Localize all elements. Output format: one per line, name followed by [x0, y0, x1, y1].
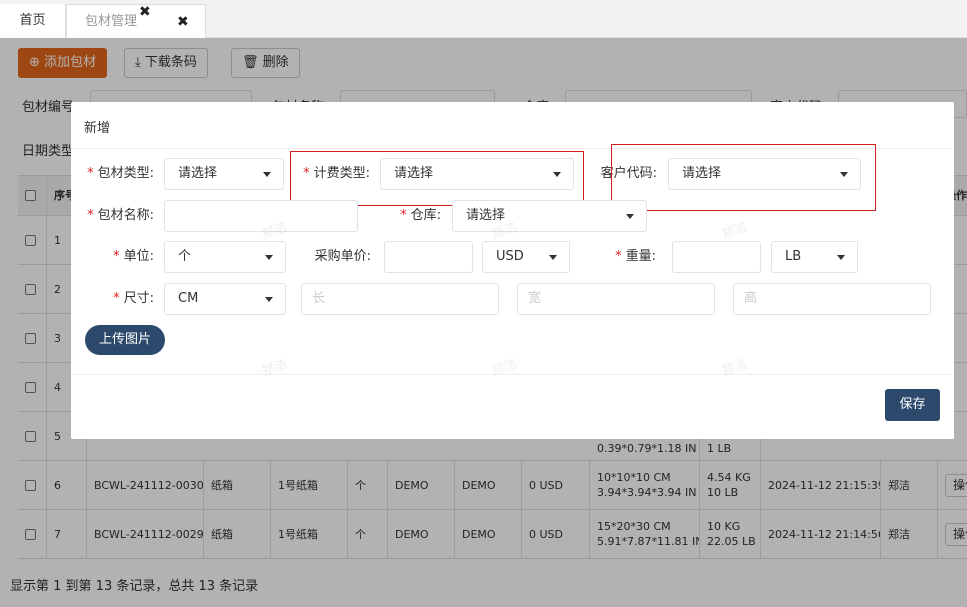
tab-packaging-label: 包材管理: [85, 14, 138, 29]
currency-select[interactable]: USD: [482, 241, 570, 273]
size-label: * 尺寸:: [113, 291, 154, 306]
divider: [71, 374, 954, 375]
tab-home[interactable]: 首页: [0, 4, 66, 38]
required-mark: *: [113, 291, 120, 306]
warehouse-label: * 仓库:: [400, 208, 441, 223]
chevron-down-icon: [265, 297, 273, 302]
length-input[interactable]: 长: [301, 283, 499, 315]
warehouse-select[interactable]: 请选择: [452, 200, 647, 232]
upload-image-button[interactable]: 上传图片: [85, 325, 165, 355]
chevron-down-icon: [837, 255, 845, 260]
chevron-down-icon: [626, 214, 634, 219]
tab-packaging[interactable]: 包材管理 ✖ ✖: [66, 4, 206, 38]
required-mark: *: [87, 166, 94, 181]
save-button[interactable]: 保存: [885, 389, 940, 421]
highlight-customer-code: [611, 144, 876, 211]
tab-bar: 首页 包材管理 ✖ ✖: [0, 0, 967, 38]
unit-label: * 单位:: [113, 249, 154, 264]
purchase-price-input[interactable]: [384, 241, 473, 273]
weight-label: * 重量:: [615, 249, 656, 264]
watermark: 郑洁: [489, 356, 520, 380]
highlight-billing-type: [290, 151, 584, 206]
pack-name-label: * 包材名称:: [87, 208, 154, 223]
close-icon[interactable]: ✖: [139, 0, 151, 29]
pack-type-label: * 包材类型:: [87, 166, 154, 181]
watermark: 郑洁: [719, 219, 750, 243]
required-mark: *: [87, 208, 94, 223]
modal-title: 新增: [84, 121, 111, 136]
watermark: 郑洁: [719, 356, 750, 380]
unit-select[interactable]: 个: [164, 241, 286, 273]
close-all-icon[interactable]: ✖: [177, 5, 189, 39]
pack-type-select[interactable]: 请选择: [164, 158, 284, 190]
size-unit-select[interactable]: CM: [164, 283, 286, 315]
weight-input[interactable]: [672, 241, 761, 273]
height-input[interactable]: 高: [733, 283, 931, 315]
chevron-down-icon: [265, 255, 273, 260]
purchase-price-label: 采购单价:: [314, 249, 371, 264]
chevron-down-icon: [263, 172, 271, 177]
add-packaging-modal: 新增 * 包材类型: 请选择 * 计费类型: 请选择 客户代码: 请选择 * 包材名称…: [71, 102, 954, 439]
watermark: 郑洁: [259, 356, 290, 380]
width-input[interactable]: 宽: [517, 283, 715, 315]
weight-unit-select[interactable]: LB: [771, 241, 858, 273]
chevron-down-icon: [549, 255, 557, 260]
required-mark: *: [615, 249, 622, 264]
required-mark: *: [113, 249, 120, 264]
required-mark: *: [400, 208, 407, 223]
